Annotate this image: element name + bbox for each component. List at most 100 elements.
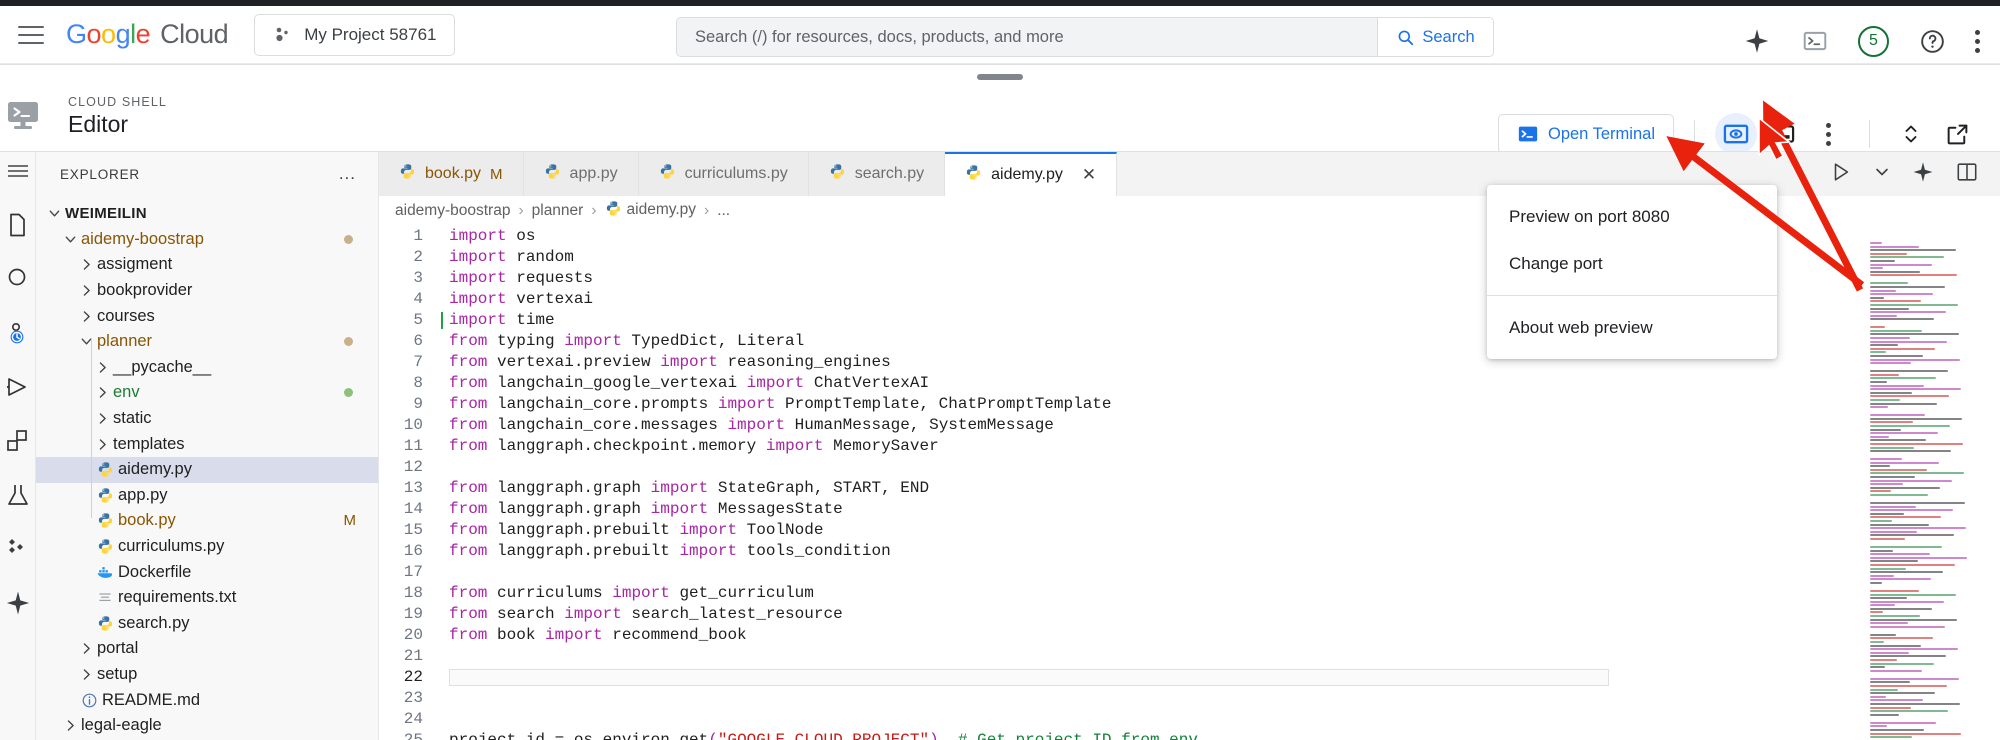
search-button[interactable]: Search (1377, 18, 1493, 56)
free-trial-credits-badge[interactable]: 5 (1858, 26, 1889, 57)
web-preview-menu-item-preview-on-port-8080[interactable]: Preview on port 8080 (1487, 193, 1777, 240)
breadcrumb-item[interactable]: aidemy-boostrap (395, 202, 510, 220)
project-selector[interactable]: My Project 58761 (254, 14, 455, 56)
tree-expand-toggle[interactable] (78, 642, 95, 655)
code-token: import (449, 290, 507, 308)
web-preview-menu[interactable]: Preview on port 8080Change port About web… (1487, 185, 1777, 359)
code-line[interactable]: 17 (379, 562, 2000, 583)
tree-item-courses[interactable]: courses (36, 303, 378, 329)
extensions-icon[interactable] (3, 426, 33, 456)
web-preview-menu-item-change-port[interactable]: Change port (1487, 240, 1777, 287)
web-preview-button[interactable] (1715, 113, 1757, 155)
editor-tab-book-py[interactable]: book.pyM (379, 152, 524, 196)
code-line[interactable]: 15from langgraph.prebuilt import ToolNod… (379, 520, 2000, 541)
editor-tab-curriculums-py[interactable]: curriculums.py (639, 152, 809, 196)
tree-item-portal[interactable]: portal (36, 636, 378, 662)
run-play-icon[interactable] (1830, 161, 1852, 188)
gemini-sparkle-icon[interactable] (1912, 161, 1934, 188)
tree-item-assigment[interactable]: assigment (36, 252, 378, 278)
code-line[interactable]: 18from curriculums import get_curriculum (379, 583, 2000, 604)
expand-collapse-button[interactable] (1890, 113, 1932, 155)
code-line[interactable]: 9from langchain_core.prompts import Prom… (379, 394, 2000, 415)
terminal-icon[interactable] (1800, 26, 1830, 56)
tree-expand-toggle[interactable] (78, 668, 95, 681)
tree-expand-toggle[interactable] (46, 207, 63, 220)
code-line[interactable]: 21 (379, 646, 2000, 667)
open-new-window-button[interactable] (1936, 113, 1978, 155)
editor-tab-app-py[interactable]: app.py (524, 152, 639, 196)
code-line[interactable]: 24 (379, 709, 2000, 730)
tree-item-aidemy-py[interactable]: aidemy.py (36, 457, 378, 483)
tree-expand-toggle[interactable] (94, 386, 111, 399)
tree-item-weimeilin[interactable]: WEIMEILIN (36, 201, 378, 227)
tree-expand-toggle[interactable] (78, 335, 95, 348)
tree-item-book-py[interactable]: book.pyM (36, 508, 378, 534)
web-preview-menu-item-about-web-preview[interactable]: About web preview (1487, 304, 1777, 351)
code-line[interactable]: 19from search import search_latest_resou… (379, 604, 2000, 625)
chevron-down-icon[interactable] (1874, 164, 1890, 185)
tab-close-icon[interactable]: ✕ (1082, 165, 1096, 185)
tree-item-aidemy-boostrap[interactable]: aidemy-boostrap (36, 227, 378, 253)
editor-tab-search-py[interactable]: search.py (809, 152, 945, 196)
tree-expand-toggle[interactable] (94, 361, 111, 374)
gemini-icon[interactable] (3, 588, 33, 618)
tree-item-legal-eagle[interactable]: legal-eagle (36, 713, 378, 739)
tree-item-dockerfile[interactable]: Dockerfile (36, 559, 378, 585)
search-icon[interactable] (3, 264, 33, 294)
tree-expand-toggle[interactable] (62, 233, 79, 246)
tree-expand-toggle[interactable] (94, 438, 111, 451)
tree-item--pycache-[interactable]: __pycache__ (36, 355, 378, 381)
tree-expand-toggle[interactable] (62, 719, 79, 732)
google-cloud-logo[interactable]: Google Cloud (66, 19, 228, 50)
explorer-more-actions-icon[interactable]: ... (339, 164, 356, 184)
testing-icon[interactable] (3, 480, 33, 510)
minimap[interactable] (1870, 226, 1990, 740)
minimize-panel-button[interactable] (1761, 113, 1803, 155)
code-line[interactable]: 8from langchain_google_vertexai import C… (379, 373, 2000, 394)
split-editor-icon[interactable] (1956, 161, 1978, 188)
cloud-shell-more-button[interactable] (1807, 113, 1849, 155)
menu-icon[interactable] (3, 156, 33, 186)
hamburger-menu-icon[interactable] (18, 26, 44, 44)
tree-item-search-py[interactable]: search.py (36, 611, 378, 637)
code-line[interactable]: 20from book import recommend_book (379, 625, 2000, 646)
tree-expand-toggle[interactable] (78, 284, 95, 297)
code-line[interactable]: 13from langgraph.graph import StateGraph… (379, 478, 2000, 499)
tree-expand-toggle[interactable] (94, 412, 111, 425)
tree-item-planner[interactable]: planner (36, 329, 378, 355)
help-icon[interactable] (1917, 26, 1947, 56)
tree-item-curriculums-py[interactable]: curriculums.py (36, 534, 378, 560)
tree-item-templates[interactable]: templates (36, 431, 378, 457)
code-line[interactable]: 11from langgraph.checkpoint.memory impor… (379, 436, 2000, 457)
code-line[interactable]: 10from langchain_core.messages import Hu… (379, 415, 2000, 436)
tree-item-requirements-txt[interactable]: requirements.txt (36, 585, 378, 611)
global-search[interactable]: Search (676, 17, 1494, 57)
tree-expand-toggle[interactable] (78, 310, 95, 323)
breadcrumb-item[interactable]: planner (532, 202, 584, 220)
code-line[interactable]: 16from langgraph.prebuilt import tools_c… (379, 541, 2000, 562)
tree-expand-toggle[interactable] (78, 258, 95, 271)
code-line[interactable]: 22 (379, 667, 2000, 688)
tree-item-readme-md[interactable]: README.md (36, 687, 378, 713)
open-terminal-button[interactable]: Open Terminal (1498, 114, 1674, 154)
more-options-icon[interactable] (1975, 30, 1980, 53)
code-line[interactable]: 14from langgraph.graph import MessagesSt… (379, 499, 2000, 520)
code-line[interactable]: 12 (379, 457, 2000, 478)
tree-item-app-py[interactable]: app.py (36, 483, 378, 509)
tree-item-env[interactable]: env (36, 380, 378, 406)
gemini-sparkle-icon[interactable] (1742, 26, 1772, 56)
run-debug-icon[interactable] (3, 372, 33, 402)
search-input[interactable] (677, 18, 1377, 56)
code-line[interactable]: 23 (379, 688, 2000, 709)
source-control-icon[interactable] (3, 318, 33, 348)
breadcrumb-item[interactable]: aidemy.py (605, 200, 697, 222)
tree-item-setup[interactable]: setup (36, 662, 378, 688)
tree-item-static[interactable]: static (36, 406, 378, 432)
editor-tab-aidemy-py[interactable]: aidemy.py✕ (945, 152, 1117, 196)
breadcrumb-item[interactable]: ... (717, 202, 730, 220)
cloud-code-icon[interactable] (3, 534, 33, 564)
explorer-icon[interactable] (3, 210, 33, 240)
panel-resize-handle[interactable] (977, 74, 1023, 80)
code-line[interactable]: 25project_id = os.environ.get("GOOGLE_CL… (379, 730, 2000, 740)
tree-item-bookprovider[interactable]: bookprovider (36, 278, 378, 304)
